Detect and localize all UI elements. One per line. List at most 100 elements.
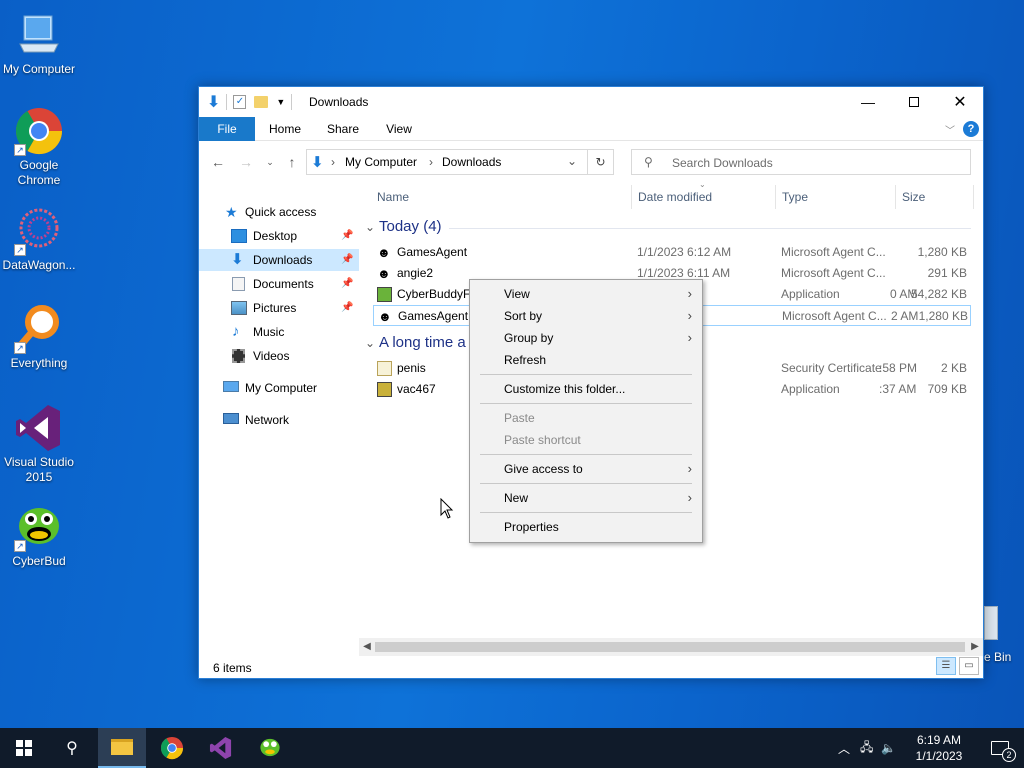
nav-item-quick-access[interactable]: ★ Quick access: [199, 201, 359, 223]
download-arrow-icon: ⬇: [207, 94, 221, 111]
action-center-button[interactable]: 2: [976, 728, 1024, 768]
column-divider[interactable]: [775, 185, 776, 209]
network-icon: [223, 413, 239, 424]
nav-item-music[interactable]: ♪ Music: [199, 321, 359, 343]
recent-locations-button[interactable]: ⌄: [261, 153, 279, 171]
pictures-icon: [231, 301, 247, 315]
column-divider[interactable]: [631, 185, 632, 209]
expand-ribbon-chevron-icon[interactable]: ﹀: [945, 122, 955, 137]
group-header-today[interactable]: ⌄ Today (4): [365, 218, 442, 238]
file-row[interactable]: ☻ GamesAgent 1/1/2023 6:12 AM Microsoft …: [373, 242, 971, 263]
taskbar-visual-studio[interactable]: [197, 728, 245, 768]
horizontal-scrollbar[interactable]: ◀ ▶: [359, 638, 983, 656]
application-icon: [377, 287, 392, 302]
taskbar-cyberbud[interactable]: [246, 728, 294, 768]
tab-file[interactable]: File: [199, 117, 255, 141]
search-placeholder: Search Downloads: [672, 156, 773, 170]
nav-item-documents[interactable]: Documents 📌: [199, 273, 359, 295]
scroll-left-arrow-icon[interactable]: ◀: [359, 638, 375, 656]
desktop-icon-label: Visual Studio 2015: [4, 455, 74, 484]
taskbar-clock[interactable]: 6:19 AM 1/1/2023: [900, 732, 978, 764]
tab-view[interactable]: View: [375, 117, 423, 141]
properties-check-icon[interactable]: ✓: [233, 95, 247, 109]
close-button[interactable]: ✕: [937, 87, 983, 117]
pin-icon[interactable]: 📌: [341, 225, 353, 247]
nav-item-desktop[interactable]: Desktop 📌: [199, 225, 359, 247]
menu-item-view[interactable]: View ›: [470, 283, 702, 305]
pin-icon[interactable]: 📌: [341, 297, 353, 319]
search-taskbar-button[interactable]: ⚲: [48, 728, 96, 768]
menu-item-group-by[interactable]: Group by ›: [470, 327, 702, 349]
nav-item-my-computer[interactable]: My Computer: [199, 377, 359, 399]
tab-home[interactable]: Home: [261, 117, 309, 141]
scrollbar-thumb[interactable]: [375, 642, 965, 652]
nav-item-network[interactable]: Network: [199, 409, 359, 431]
group-header-long-time-ago[interactable]: ⌄ A long time a: [365, 334, 466, 354]
help-icon[interactable]: ?: [963, 121, 979, 137]
desktop-icon-visual-studio[interactable]: Visual Studio 2015: [0, 403, 78, 485]
desktop-icon-everything[interactable]: ↗ Everything: [0, 304, 78, 371]
network-icon[interactable]: 🖧: [860, 738, 873, 759]
pin-icon[interactable]: 📌: [341, 273, 353, 295]
recycle-bin-icon: [984, 606, 998, 640]
file-date: 1/1/2023 6:12 AM: [637, 245, 732, 259]
customize-toolbar-chevron-icon[interactable]: ▼: [276, 97, 285, 107]
file-size: 2 KB: [940, 361, 967, 375]
nav-item-label: My Computer: [245, 381, 318, 395]
column-header-type[interactable]: Type: [782, 187, 808, 207]
back-button[interactable]: ←: [209, 153, 227, 171]
breadcrumb-my-computer[interactable]: My Computer: [345, 155, 417, 169]
menu-item-paste-shortcut: Paste shortcut: [470, 429, 702, 451]
pin-icon[interactable]: 📌: [341, 249, 353, 271]
nav-item-videos[interactable]: Videos: [199, 345, 359, 367]
column-header-size[interactable]: Size: [902, 187, 925, 207]
taskbar-chrome[interactable]: [148, 728, 196, 768]
desktop-icon-label: Google Chrome: [17, 158, 61, 187]
file-type: Microsoft Agent C...: [781, 266, 886, 280]
desktop-icon-google-chrome[interactable]: ↗ Google Chrome: [0, 106, 78, 188]
menu-separator: [480, 454, 692, 455]
arrow-left-icon: ←: [211, 154, 225, 170]
column-divider[interactable]: [895, 185, 896, 209]
submenu-chevron-icon: ›: [687, 330, 692, 345]
desktop-icon-label: e Bin: [984, 650, 1012, 664]
maximize-button[interactable]: [891, 87, 937, 117]
title-bar[interactable]: ⬇ ✓ ▼ Downloads — ✕: [199, 87, 983, 117]
desktop-icon-datawagon[interactable]: ↗ DataWagon...: [0, 206, 78, 273]
minimize-button[interactable]: —: [845, 87, 891, 117]
refresh-button[interactable]: ↻: [588, 149, 614, 175]
new-folder-icon[interactable]: [254, 96, 269, 108]
show-hidden-icons-chevron-icon[interactable]: ︿: [838, 740, 850, 757]
search-icon: ⚲: [66, 740, 78, 757]
address-dropdown-chevron-icon[interactable]: ⌄: [567, 154, 577, 168]
column-header-name[interactable]: Name: [377, 187, 409, 207]
nav-item-downloads[interactable]: ⬇ Downloads 📌: [199, 249, 359, 271]
column-divider[interactable]: [973, 185, 974, 209]
address-bar[interactable]: ⬇ › My Computer › Downloads ⌄: [306, 149, 588, 175]
taskbar-file-explorer[interactable]: [98, 728, 146, 768]
menu-item-sort-by[interactable]: Sort by ›: [470, 305, 702, 327]
desktop-icon-recycle-bin[interactable]: e Bin: [984, 606, 1024, 666]
file-name: vac467: [397, 382, 436, 396]
details-view-button[interactable]: ☰: [936, 657, 956, 675]
column-header-date-modified[interactable]: Date modified: [638, 187, 712, 207]
search-input[interactable]: ⚲ Search Downloads: [631, 149, 971, 175]
large-icons-view-button[interactable]: ▭: [959, 657, 979, 675]
desktop-icon-my-computer[interactable]: My Computer: [0, 10, 78, 77]
tab-share[interactable]: Share: [319, 117, 367, 141]
menu-item-new[interactable]: New ›: [470, 487, 702, 509]
agent-character-icon: ☻: [377, 245, 391, 260]
menu-item-refresh[interactable]: Refresh: [470, 349, 702, 371]
breadcrumb-downloads[interactable]: Downloads: [442, 155, 501, 169]
nav-item-pictures[interactable]: Pictures 📌: [199, 297, 359, 319]
menu-item-properties[interactable]: Properties: [470, 516, 702, 538]
desktop-icon-cyberbud[interactable]: ↗ CyberBud: [0, 502, 78, 569]
menu-item-give-access-to[interactable]: Give access to ›: [470, 458, 702, 480]
volume-icon[interactable]: 🔈: [881, 741, 896, 755]
menu-separator: [480, 483, 692, 484]
scroll-right-arrow-icon[interactable]: ▶: [967, 638, 983, 656]
up-button[interactable]: ↑: [283, 153, 301, 171]
start-button[interactable]: [0, 728, 48, 768]
menu-item-customize-folder[interactable]: Customize this folder...: [470, 378, 702, 400]
forward-button[interactable]: →: [237, 153, 255, 171]
